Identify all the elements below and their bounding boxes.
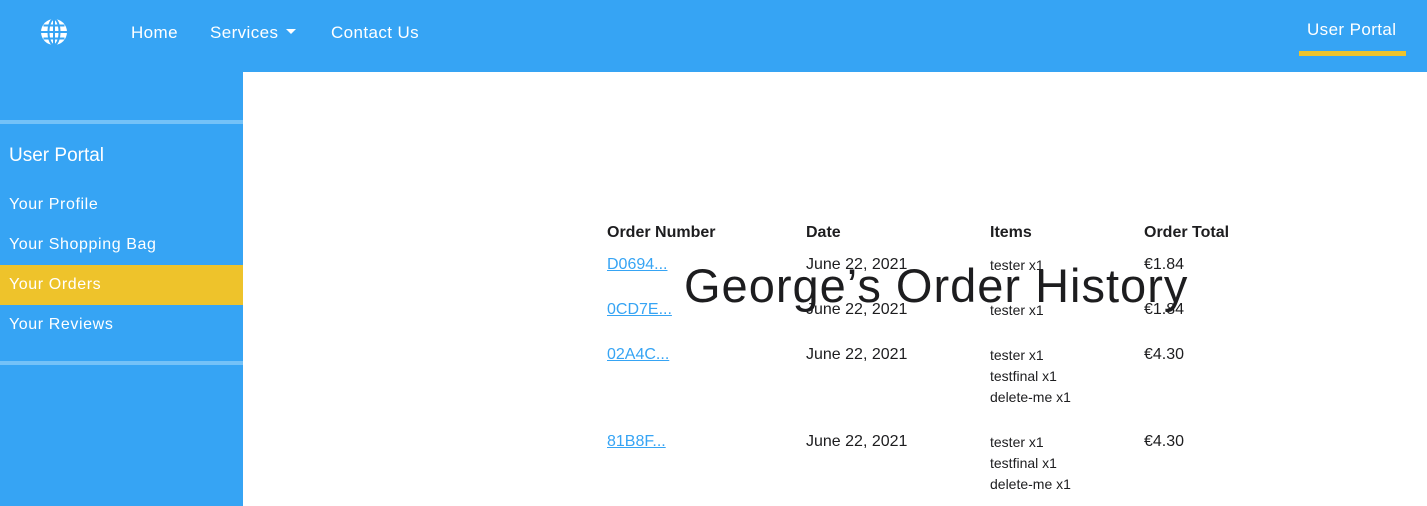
order-date: June 22, 2021 (806, 256, 908, 273)
order-items: tester x1 (990, 300, 1044, 321)
order-number-link[interactable]: 0CD7E... (607, 301, 672, 319)
nav-home-link[interactable]: Home (131, 23, 178, 43)
sidebar-item-orders[interactable]: Your Orders (0, 265, 243, 305)
order-item: tester x1 (990, 302, 1044, 318)
sidebar-divider (0, 361, 243, 365)
order-date: June 22, 2021 (806, 301, 908, 318)
order-total: €1.84 (1144, 256, 1185, 273)
sidebar-item-profile[interactable]: Your Profile (0, 185, 243, 225)
chevron-down-icon (286, 29, 297, 34)
globe-icon[interactable] (39, 17, 69, 47)
nav-user-portal-link[interactable]: User Portal (1299, 0, 1406, 56)
order-item: tester x1 (990, 434, 1044, 450)
sidebar-heading: User Portal (9, 145, 105, 166)
active-nav-underline (1299, 51, 1406, 56)
order-item: delete-me x1 (990, 389, 1071, 405)
column-header-date: Date (806, 224, 841, 241)
nav-user-portal-label: User Portal (1307, 20, 1397, 39)
order-item: testfinal x1 (990, 455, 1057, 471)
nav-contact-link[interactable]: Contact Us (331, 23, 419, 43)
sidebar-item-shopping-bag[interactable]: Your Shopping Bag (0, 225, 243, 265)
order-number-link[interactable]: D0694... (607, 256, 667, 274)
top-navbar: Home Services Contact Us User Portal (0, 0, 1427, 72)
order-date: June 22, 2021 (806, 433, 908, 450)
page-title-wrap: George’s Order History (684, 128, 1224, 312)
order-items: tester x1 testfinal x1 delete-me x1 (990, 345, 1071, 408)
order-date: June 22, 2021 (806, 346, 908, 363)
order-item: tester x1 (990, 257, 1044, 273)
order-item: testfinal x1 (990, 368, 1057, 384)
column-header-order-number: Order Number (607, 224, 716, 241)
sidebar-item-reviews[interactable]: Your Reviews (0, 305, 243, 345)
order-total: €4.30 (1144, 346, 1185, 363)
sidebar-divider (0, 120, 243, 124)
column-header-items: Items (990, 224, 1032, 241)
nav-services-dropdown[interactable]: Services (210, 23, 297, 43)
order-number-link[interactable]: 81B8F... (607, 433, 666, 451)
column-header-order-total: Order Total (1144, 224, 1230, 241)
order-item: delete-me x1 (990, 476, 1071, 492)
order-total: €1.84 (1144, 301, 1185, 318)
sidebar: User Portal Your Profile Your Shopping B… (0, 72, 243, 506)
order-total: €4.30 (1144, 433, 1185, 450)
order-number-link[interactable]: 02A4C... (607, 346, 669, 364)
nav-services-label: Services (210, 23, 279, 42)
order-items: tester x1 testfinal x1 delete-me x1 (990, 432, 1071, 495)
order-item: tester x1 (990, 347, 1044, 363)
order-items: tester x1 (990, 255, 1044, 276)
page-title: George’s Order History (684, 259, 1189, 312)
